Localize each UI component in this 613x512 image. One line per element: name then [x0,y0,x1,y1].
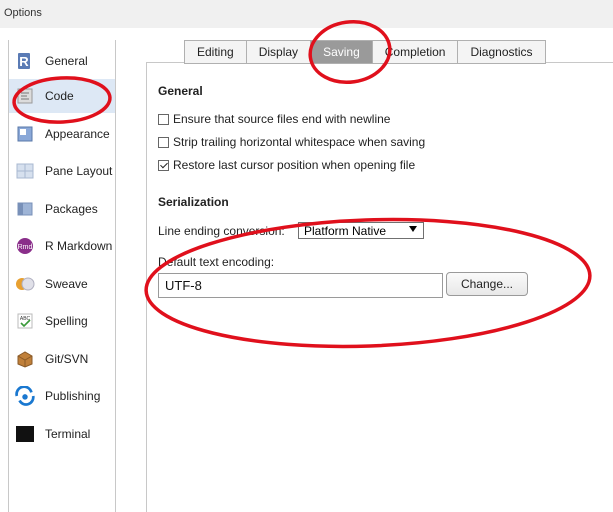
appearance-icon [15,124,35,144]
sweave-icon [15,274,35,294]
terminal-icon [15,424,35,444]
sidebar-item-packages[interactable]: Packages [9,192,115,226]
line-ending-select[interactable]: Platform Native [298,222,424,239]
sidebar-item-git-svn[interactable]: Git/SVN [9,342,115,376]
encoding-label: Default text encoding: [158,255,275,269]
spelling-icon: ABC [15,311,35,331]
svg-text:R: R [19,54,29,69]
restore-cursor-option[interactable]: Restore last cursor position when openin… [158,158,415,172]
sidebar-item-appearance[interactable]: Appearance [9,117,115,151]
restore-cursor-checkbox[interactable] [158,159,169,171]
sidebar-item-label: Appearance [45,127,110,141]
publishing-icon [15,386,35,406]
tab-display[interactable]: Display [245,40,311,64]
git-icon [15,349,35,369]
serialization-section-title: Serialization [158,195,229,209]
strip-whitespace-checkbox[interactable] [158,136,169,148]
sidebar-item-label: Packages [45,202,98,216]
rmd-icon: Rmd [15,236,35,256]
sidebar-item-label: Publishing [45,389,101,403]
sidebar-item-label: Terminal [45,427,91,441]
options-window: Options R General Code Appearance Pane L… [0,0,613,512]
line-ending-value: Platform Native [304,224,387,238]
sidebar-item-pane-layout[interactable]: Pane Layout [9,154,115,188]
sidebar-item-sweave[interactable]: Sweave [9,267,115,301]
encoding-input[interactable] [158,273,443,298]
line-ending-label: Line ending conversion: [158,224,285,238]
window-title: Options [0,0,613,28]
option-label: Ensure that source files end with newlin… [173,112,391,126]
tab-diagnostics[interactable]: Diagnostics [457,40,546,64]
sidebar-item-label: Sweave [45,277,88,291]
code-icon [15,86,35,106]
sidebar-item-label: R Markdown [45,239,113,253]
change-encoding-button[interactable]: Change... [446,272,528,296]
sidebar-item-code[interactable]: Code [9,79,115,113]
sidebar-item-spelling[interactable]: ABC Spelling [9,304,115,338]
sidebar-item-publishing[interactable]: Publishing [9,379,115,413]
dropdown-arrow-icon [409,226,417,232]
pane-layout-icon [15,161,35,181]
option-label: Restore last cursor position when openin… [173,158,416,172]
sidebar-item-label: Git/SVN [45,352,89,366]
sidebar-item-label: Spelling [45,314,88,328]
tab-completion[interactable]: Completion [371,40,458,64]
sidebar-item-general[interactable]: R General [9,44,115,78]
ensure-newline-checkbox[interactable] [158,113,169,125]
sidebar: R General Code Appearance Pane Layout Pa… [8,40,116,512]
ensure-newline-option[interactable]: Ensure that source files end with newlin… [158,112,390,126]
option-label: Strip trailing horizontal whitespace whe… [173,135,426,149]
tab-saving[interactable]: Saving [310,40,372,64]
r-logo-icon: R [15,51,35,71]
general-section-title: General [158,84,203,98]
sidebar-item-terminal[interactable]: Terminal [9,417,115,451]
svg-text:Rmd: Rmd [18,244,33,251]
sidebar-item-label: Pane Layout [45,164,113,178]
sidebar-item-label: General [45,54,88,68]
tab-bar: Editing Display Saving Completion Diagno… [184,40,546,64]
tab-editing[interactable]: Editing [184,40,246,64]
sidebar-item-label: Code [45,89,74,103]
sidebar-item-r-markdown[interactable]: Rmd R Markdown [9,229,115,263]
strip-whitespace-option[interactable]: Strip trailing horizontal whitespace whe… [158,135,425,149]
packages-icon [15,199,35,219]
